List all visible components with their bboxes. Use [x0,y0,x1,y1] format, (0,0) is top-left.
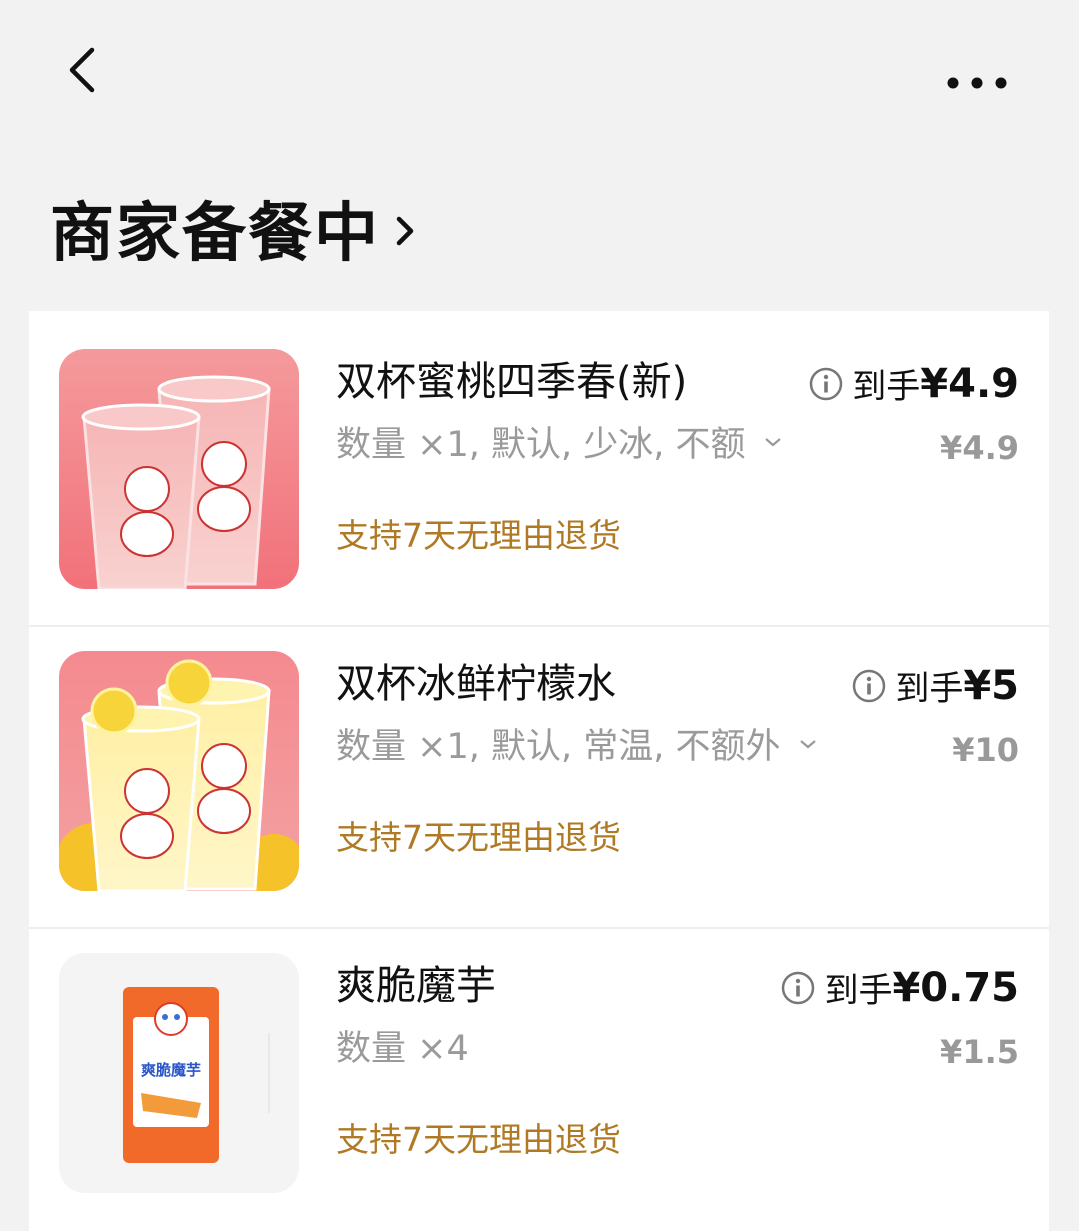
price-label: 到手 [824,971,893,1011]
final-price: 到手 ¥0.75 [780,963,1019,1012]
refund-policy: 支持7天无理由退货 [336,818,621,857]
product-spec[interactable]: 数量 ×1, 默认, 常温, 不额外 [336,718,818,769]
spec-text: 数量 ×1, 默认, 少冰, 不额 [336,425,746,465]
product-image-konjac: 爽脆魔芋 [59,953,299,1193]
original-price: ¥10 [952,731,1019,769]
order-items-card: 双杯蜜桃四季春(新) 数量 ×1, 默认, 少冰, 不额 支持7天无理由退货 到… [29,311,1049,1231]
package-label: 爽脆魔芋 [141,1061,201,1079]
product-name: 双杯蜜桃四季春(新) [336,359,688,405]
back-button[interactable] [58,40,114,100]
order-item[interactable]: 爽脆魔芋 爽脆魔芋 数量 ×4 支持7天无理由退货 到手 ¥0.75 ¥1.5 [29,915,1049,1216]
price-label: 到手 [895,669,964,709]
refund-policy: 支持7天无理由退货 [336,1120,621,1159]
chevron-down-icon [800,739,817,748]
info-icon[interactable] [780,970,816,1006]
spec-text: 数量 ×1, 默认, 常温, 不额外 [336,727,781,767]
order-status-title[interactable]: 商家备餐中 [50,188,418,271]
order-item[interactable]: 双杯冰鲜柠檬水 数量 ×1, 默认, 常温, 不额外 支持7天无理由退货 到手 … [29,613,1049,914]
product-name: 双杯冰鲜柠檬水 [336,661,616,707]
original-price: ¥4.9 [940,429,1019,467]
price-value: ¥4.9 [920,360,1019,407]
price-value: ¥5 [963,662,1019,709]
chevron-left-icon [69,47,95,93]
price-label: 到手 [852,367,921,407]
more-button[interactable] [935,58,1025,108]
product-spec[interactable]: 数量 ×1, 默认, 少冰, 不额 [336,416,783,467]
info-icon[interactable] [851,668,887,704]
final-price: 到手 ¥4.9 [808,359,1019,408]
status-text: 商家备餐中 [50,197,380,271]
final-price: 到手 ¥5 [851,661,1019,710]
more-dots-icon [947,77,1007,89]
product-image-peach-tea [59,349,299,589]
top-bar [0,0,1079,150]
order-item[interactable]: 双杯蜜桃四季春(新) 数量 ×1, 默认, 少冰, 不额 支持7天无理由退货 到… [29,311,1049,612]
spec-text: 数量 ×4 [336,1029,469,1069]
info-icon[interactable] [808,366,844,402]
product-name: 爽脆魔芋 [336,963,496,1009]
chevron-right-icon [396,216,414,246]
original-price: ¥1.5 [940,1033,1019,1071]
refund-policy: 支持7天无理由退货 [336,516,621,555]
chevron-down-icon [765,437,782,446]
price-value: ¥0.75 [892,964,1019,1011]
product-spec: 数量 ×4 [336,1020,469,1071]
product-image-lemonade [59,651,299,891]
